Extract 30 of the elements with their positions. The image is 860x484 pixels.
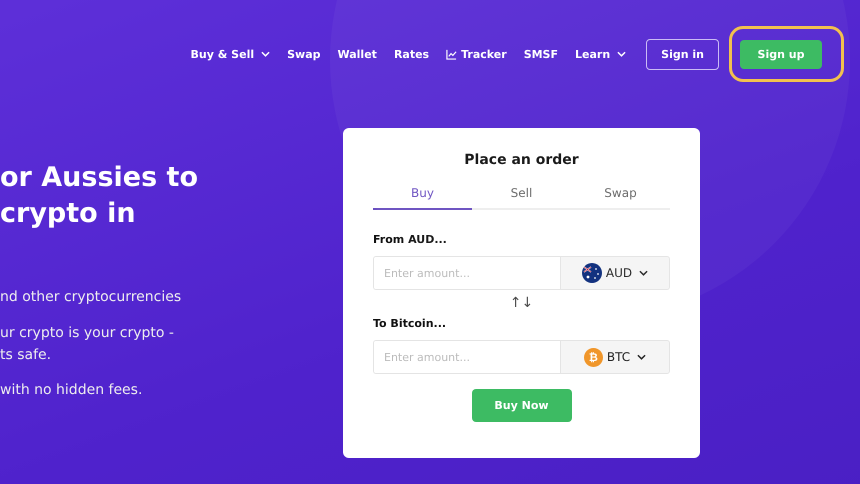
amount-input[interactable]: Enter amount... xyxy=(373,340,560,374)
nav-link[interactable]: Swap xyxy=(287,48,320,60)
coin-icon: ₿ xyxy=(584,348,603,366)
order-tab[interactable]: Sell xyxy=(472,180,571,210)
field-label: To Bitcoin... xyxy=(373,316,448,332)
swap-arrows[interactable]: ↑↓ xyxy=(373,290,670,316)
nav-link[interactable]: Rates xyxy=(394,48,430,60)
hero-text: nd other cryptocurrencies xyxy=(0,288,182,307)
chevron-icon xyxy=(261,51,270,57)
currency-select[interactable]: AUD xyxy=(560,256,670,290)
order-tab[interactable]: Swap xyxy=(571,180,670,210)
currency-select[interactable]: ₿ BTC xyxy=(560,340,670,374)
chevron-icon xyxy=(639,270,648,276)
sign-in-button[interactable]: Sign in xyxy=(646,38,719,70)
chevron-icon xyxy=(637,354,646,360)
chart-icon xyxy=(446,48,458,60)
field-label: From AUD... xyxy=(373,232,448,248)
hero-text: with no hidden fees. xyxy=(0,381,144,400)
amount-input[interactable]: Enter amount... xyxy=(373,256,560,290)
hero-text: ur crypto is your crypto - ts safe. xyxy=(0,324,175,365)
card-title: Place an order xyxy=(463,151,580,170)
flag-icon xyxy=(582,263,602,283)
nav-link[interactable]: Buy & Sell xyxy=(190,48,270,60)
nav-link[interactable]: Wallet xyxy=(338,48,377,60)
chevron-icon xyxy=(617,51,626,57)
hero-headline: or Aussies to crypto in xyxy=(0,161,200,231)
nav-link[interactable]: Tracker xyxy=(446,48,507,60)
nav-link[interactable]: Learn xyxy=(575,48,626,60)
nav-link[interactable]: SMSF xyxy=(524,48,558,60)
order-tab[interactable]: Buy xyxy=(373,180,472,210)
